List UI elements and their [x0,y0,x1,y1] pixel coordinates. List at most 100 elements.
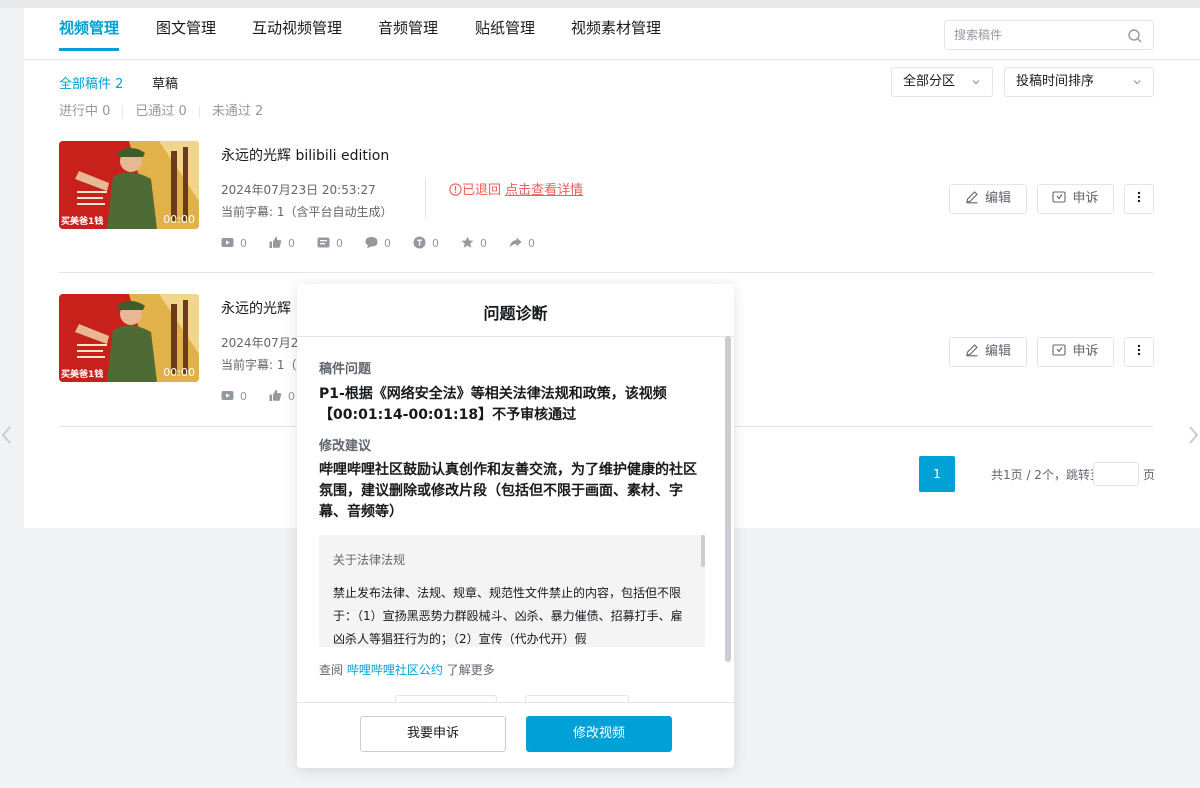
stat-value: 0 [240,390,247,403]
status-divider [198,105,200,118]
appeal-button[interactable]: 申诉 [1037,337,1114,367]
stat-coin: 0 [413,236,439,250]
edit-button[interactable]: 编辑 [949,337,1027,367]
chevron-down-icon [1133,80,1141,85]
appeal-button-label: 申诉 [1072,344,1099,359]
stat-like: 0 [269,389,295,403]
dialog-scrollbar[interactable] [725,336,731,662]
appeal-button-label: 申诉 [1072,191,1099,206]
stat-value: 0 [384,237,391,250]
law-regulation-box[interactable]: 关于法律法规 禁止发布法律、法规、规章、规范性文件禁止的内容，包括但不限于：（1… [319,535,705,647]
dialog-header-divider [297,336,734,337]
search-icon[interactable] [1127,28,1143,44]
edit-button-label: 编辑 [984,344,1011,359]
appeal-icon [1052,191,1067,203]
video-date: 2024年07月23日 20:53:27 [221,183,376,197]
stat-favorite: 0 [461,236,487,250]
stat-value: 0 [480,237,487,250]
stat-value: 0 [240,237,247,250]
status-filter-row: 进行中 0 已通过 0 未通过 2 [59,100,263,119]
issue-label: 稿件问题 [319,362,372,377]
issue-text: P1-根据《网络安全法》等相关法律法规和政策，该视频【00:01:14-00:0… [319,386,667,423]
page-jump-input[interactable] [1093,462,1139,486]
dialog-title: 问题诊断 [483,304,548,323]
status-passed[interactable]: 已通过 0 [135,104,186,119]
advice-text: 哔哩哔哩社区鼓励认真创作和友善交流，为了维护健康的社区氛围，建议删除或修改片段（… [319,462,697,520]
search-input[interactable] [954,21,1124,49]
problem-diagnosis-dialog: 问题诊断 稿件问题 P1-根据《网络安全法》等相关法律法规和政策，该视频【00:… [297,284,734,768]
tab-sticker-manage[interactable]: 贴纸管理 [475,17,535,38]
tab-video-manage[interactable]: 视频管理 [59,17,119,38]
video-duration: 00:00 [163,366,195,379]
law-box-scrollbar[interactable] [701,535,705,567]
reject-text: 已退回 [462,183,502,198]
subtab-drafts[interactable]: 草稿 [152,73,178,92]
more-options-button[interactable] [1124,184,1154,214]
edit-button-label: 编辑 [984,191,1011,206]
tab-audio-manage[interactable]: 音频管理 [378,17,438,38]
community-rules-link[interactable]: 哔哩哔哩社区公约 [347,663,443,677]
coin-icon [413,236,426,249]
subtab-all-manuscripts[interactable]: 全部稿件 2 [59,73,123,92]
star-icon [461,236,474,248]
thumbs-up-icon [269,389,282,401]
play-count-icon [221,238,234,247]
stat-value: 0 [432,237,439,250]
video-thumbnail[interactable]: 买美爸1钱 00:00 [59,141,199,229]
law-box-title: 关于法律法规 [333,553,406,567]
status-divider [122,105,124,118]
edit-button[interactable]: 编辑 [949,184,1027,214]
more-vertical-icon [1137,191,1141,203]
stat-comment: 0 [365,236,391,250]
share-icon [509,237,522,248]
top-strip [0,0,1200,8]
tab-interactive-video-manage[interactable]: 互动视频管理 [252,17,342,38]
tab-article-manage[interactable]: 图文管理 [156,17,216,38]
chevron-left-icon[interactable] [2,426,12,444]
pager-page-suffix: 页 [1143,468,1156,482]
stat-like: 0 [269,236,295,250]
modify-video-button[interactable]: 修改视频 [526,716,672,752]
video-duration: 00:00 [163,213,195,226]
stat-value: 0 [336,237,343,250]
pager-summary: 共1页 / 2个，跳转至 [991,468,1102,482]
thumbs-up-icon [269,236,282,248]
stat-share: 0 [509,236,535,250]
play-count-icon [221,391,234,400]
stat-play: 0 [221,389,247,403]
more-options-button[interactable] [1124,337,1154,367]
more-vertical-icon [1137,344,1141,356]
community-rules-reference: 查阅 哔哩哔哩社区公约 了解更多 [319,661,495,678]
pencil-icon [966,344,978,357]
active-tab-indicator [59,48,119,51]
chevron-down-icon [972,80,980,85]
row-divider [59,272,1153,273]
stat-value: 0 [528,237,535,250]
item-divider [425,178,426,218]
ref-suffix: 了解更多 [446,663,495,677]
chevron-right-icon[interactable] [1188,426,1198,444]
video-thumbnail[interactable]: 买美爸1钱 00:00 [59,294,199,382]
page-number-button[interactable]: 1 [919,456,955,492]
tab-video-material-manage[interactable]: 视频素材管理 [571,17,661,38]
status-in-progress[interactable]: 进行中 0 [59,104,110,119]
appeal-icon [1052,344,1067,356]
stat-value: 0 [288,390,295,403]
category-select[interactable]: 全部分区 [891,67,993,97]
ref-prefix: 查阅 [319,663,344,677]
search-box[interactable] [944,20,1154,50]
reject-status: 已退回 点击查看详情 [449,179,583,198]
video-title[interactable]: 永远的光辉 [221,298,291,318]
status-failed[interactable]: 未通过 2 [212,104,263,119]
appeal-button[interactable]: 申诉 [1037,184,1114,214]
appeal-dialog-button[interactable]: 我要申诉 [360,716,506,752]
pencil-icon [966,191,978,204]
warning-circle-icon [449,183,462,196]
thumbnail-badge-text: 买美爸1钱 [61,217,104,227]
comment-icon [365,237,378,249]
thumbnail-badge-text: 买美爸1钱 [61,370,104,380]
video-title[interactable]: 永远的光辉 bilibili edition [221,145,389,165]
sort-select[interactable]: 投稿时间排序 [1004,67,1154,97]
stat-play: 0 [221,236,247,250]
view-details-link[interactable]: 点击查看详情 [505,183,583,198]
